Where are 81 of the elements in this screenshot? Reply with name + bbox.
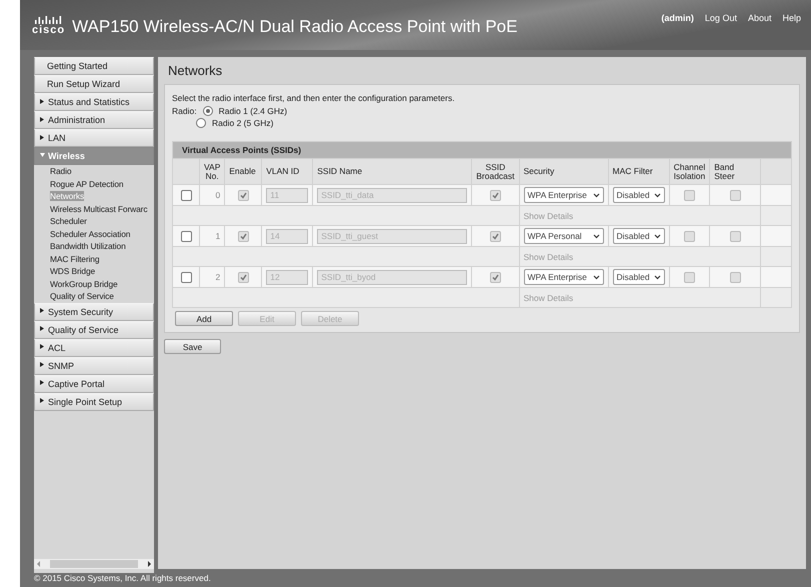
- copyright-text: © 2015 Cisco Systems, Inc. All rights reserved.: [34, 573, 211, 583]
- sidebar-item[interactable]: Single Point Setup: [34, 392, 154, 410]
- checkbox[interactable]: [730, 190, 741, 201]
- checkbox[interactable]: [238, 230, 249, 242]
- column-header: VLAN ID: [262, 158, 313, 184]
- column-header: SSID Broadcast: [472, 158, 520, 184]
- radio-label: Radio:: [172, 106, 197, 116]
- sidebar-subitem[interactable]: Scheduler Association: [50, 228, 130, 238]
- chevron-down-icon: [592, 274, 600, 280]
- checkbox[interactable]: [490, 190, 501, 201]
- chevron-down-icon: [592, 234, 600, 238]
- radio-button[interactable]: [202, 106, 213, 116]
- scroll-left-icon[interactable]: [36, 561, 42, 567]
- dropdown[interactable]: Disabled: [612, 269, 665, 285]
- user-label: (admin): [661, 13, 694, 23]
- sidebar-subitem[interactable]: WDS Bridge: [50, 266, 96, 276]
- checkbox[interactable]: [238, 190, 249, 201]
- checkbox[interactable]: [684, 230, 695, 242]
- sidebar-item[interactable]: Quality of Service: [34, 320, 154, 338]
- sidebar-subitem[interactable]: Radio: [50, 166, 72, 176]
- column-header: Channel Isolation: [669, 158, 710, 184]
- radio-button[interactable]: [196, 118, 206, 128]
- chevron-down-icon: [592, 192, 600, 198]
- column-header: Security: [519, 158, 608, 184]
- sidebar-subitem[interactable]: Scheduler: [50, 216, 87, 226]
- checkbox[interactable]: [238, 272, 249, 283]
- checkbox[interactable]: [730, 230, 741, 242]
- checkbox[interactable]: [684, 190, 695, 201]
- expanded-arrow-icon: [40, 153, 48, 159]
- scroll-right-icon[interactable]: [146, 561, 152, 567]
- sidebar-subitem[interactable]: MAC Filtering: [50, 254, 100, 264]
- table-cell: 1: [216, 231, 220, 241]
- checkbox[interactable]: [730, 272, 741, 283]
- chevron-down-icon: [654, 192, 661, 198]
- app-title: WAP150 Wireless-AC/N Dual Radio Access Point with PoE: [72, 17, 518, 37]
- sidebar-item[interactable]: Getting Started: [34, 57, 154, 75]
- page-title: Networks: [168, 63, 224, 78]
- table-title: Virtual Access Points (SSIDs): [172, 142, 792, 158]
- sidebar-subitem[interactable]: Rogue AP Detection: [50, 178, 124, 188]
- radio-option[interactable]: Radio 1 (2.4 GHz): [202, 106, 288, 116]
- header-link[interactable]: Log Out: [704, 13, 737, 23]
- chevron-down-icon: [654, 234, 661, 238]
- column-header: MAC Filter: [608, 158, 670, 184]
- dropdown[interactable]: WPA Enterprise: [524, 187, 604, 203]
- column-header: SSID Name: [312, 158, 472, 184]
- sidebar-subitem[interactable]: Quality of Service: [50, 291, 114, 301]
- checkbox[interactable]: [490, 272, 501, 283]
- sidebar-item[interactable]: Administration: [34, 111, 154, 129]
- column-header: Band Steer: [710, 158, 761, 184]
- cisco-logo: cisco: [32, 16, 66, 34]
- table-cell: 0: [216, 190, 220, 200]
- sidebar-subitem[interactable]: Bandwidth Utilization: [50, 241, 126, 251]
- dropdown[interactable]: WPA Enterprise: [524, 269, 604, 285]
- chevron-down-icon: [654, 274, 661, 280]
- checkbox[interactable]: [684, 272, 695, 283]
- sidebar-item[interactable]: ACL: [34, 338, 154, 356]
- sidebar-subitem[interactable]: Wireless Multicast Forwarc: [50, 204, 148, 214]
- sidebar-item[interactable]: System Security: [34, 302, 154, 320]
- checkbox[interactable]: [180, 190, 192, 201]
- dropdown[interactable]: Disabled: [612, 228, 665, 244]
- header-link[interactable]: About: [748, 13, 772, 23]
- dropdown[interactable]: WPA Personal: [524, 228, 604, 244]
- horizontal-scrollbar[interactable]: [34, 559, 154, 569]
- save-button[interactable]: Save: [164, 339, 221, 354]
- checkbox[interactable]: [180, 230, 192, 242]
- checkbox[interactable]: [490, 230, 501, 242]
- table-action-button[interactable]: Add: [175, 311, 233, 326]
- sidebar-item[interactable]: SNMP: [34, 356, 154, 374]
- sidebar-item[interactable]: Run Setup Wizard: [34, 75, 154, 93]
- radio-option[interactable]: Radio 2 (5 GHz): [196, 118, 274, 128]
- sidebar-subitem[interactable]: WorkGroup Bridge: [50, 278, 118, 288]
- table-cell: 2: [216, 272, 220, 282]
- header-link[interactable]: Help: [782, 13, 801, 23]
- dropdown[interactable]: Disabled: [612, 187, 665, 203]
- column-header: VAP No.: [200, 158, 225, 184]
- checkbox[interactable]: [180, 272, 192, 283]
- sidebar-item[interactable]: Status and Statistics: [34, 93, 154, 111]
- instruction-text: Select the radio interface first, and then enter the configuration parameters.: [172, 93, 456, 103]
- sidebar-item[interactable]: LAN: [34, 129, 154, 147]
- sidebar-item[interactable]: Captive Portal: [34, 374, 154, 392]
- column-header: Enable: [224, 158, 262, 184]
